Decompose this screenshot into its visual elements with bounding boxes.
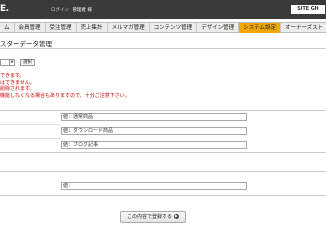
note-line: 機能しなくなる場合もありますので、十分ご注意下さい。 [0, 92, 130, 99]
logo: E. [0, 4, 9, 14]
nav-item-sales[interactable]: 売上集計 [77, 23, 108, 33]
value-input[interactable]: 値：ダウンロード商品 [61, 127, 247, 135]
arrow-right-icon: ▶ [174, 214, 179, 219]
main-nav: ム 会員管理 受注管理 売上集計 メルマガ管理 コンテンツ管理 デザイン管理 シ… [0, 22, 326, 33]
login-label: ログイン [51, 8, 69, 13]
divider [0, 124, 60, 125]
value-input[interactable]: 値：通常商品 [61, 113, 247, 121]
nav-item-owners[interactable]: オーナーズスト [281, 23, 326, 33]
nav-item-members[interactable]: 会員管理 [15, 23, 46, 33]
nav-item-contents[interactable]: コンテンツ管理 [150, 23, 198, 33]
divider [0, 110, 326, 111]
nav-item-system[interactable]: システム設定 [239, 23, 281, 33]
warning-notes: できます。 はできません。 削除されます。 機能しなくなる場合もありますので、十… [0, 73, 130, 99]
nav-item-design[interactable]: デザイン管理 [197, 23, 240, 33]
divider [0, 171, 326, 172]
value-input[interactable]: 値： [61, 182, 247, 190]
submit-button[interactable]: この内容で登録する ▶ [120, 211, 186, 223]
master-data-select[interactable]: ▼ [0, 59, 15, 66]
divider [0, 138, 60, 139]
chevron-down-icon: ▼ [9, 60, 14, 65]
divider [0, 152, 326, 153]
nav-item-orders[interactable]: 受注管理 [46, 23, 77, 33]
page-title: スターデータ管理 [0, 40, 52, 48]
divider [0, 48, 326, 49]
top-bar: E. ログイン 管理者 様 SITE GH [0, 0, 326, 19]
nav-item-home[interactable]: ム [0, 23, 15, 33]
login-info: ログイン 管理者 様 [51, 7, 92, 13]
submit-label: この内容で登録する [126, 214, 172, 220]
brand-link[interactable]: SITE GH [291, 5, 325, 14]
nav-item-mailmag[interactable]: メルマガ管理 [108, 23, 150, 33]
login-user: 管理者 様 [72, 8, 92, 13]
value-input[interactable]: 値：ブログ記事 [61, 141, 247, 149]
select-button[interactable]: 選択 [20, 59, 35, 66]
divider [0, 195, 326, 196]
